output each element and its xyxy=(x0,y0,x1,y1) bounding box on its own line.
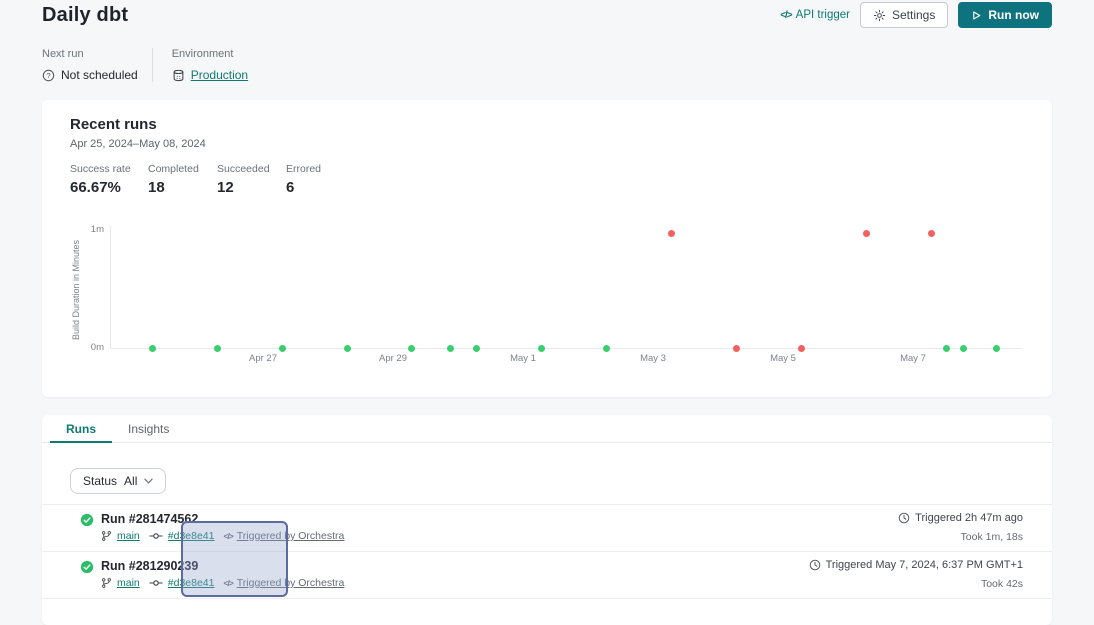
tab-insights[interactable]: Insights xyxy=(112,415,185,442)
run-data-point-success[interactable] xyxy=(993,345,1000,352)
run-now-label: Run now xyxy=(988,8,1039,22)
run-data-point-error[interactable] xyxy=(798,345,805,352)
next-run-group: Next run ? Not scheduled xyxy=(42,48,138,82)
x-tick-label: May 7 xyxy=(890,353,936,364)
clock-icon xyxy=(898,512,910,524)
y-tick-label: 0m xyxy=(76,342,104,353)
vertical-divider xyxy=(152,48,153,82)
x-axis-line xyxy=(110,348,1022,349)
database-icon xyxy=(172,69,185,82)
run-row: Run #281290239 main #d3e8e41 </> xyxy=(42,552,1052,599)
run-data-point-success[interactable] xyxy=(943,345,950,352)
page-title: Daily dbt xyxy=(42,4,128,27)
svg-text:?: ? xyxy=(46,71,50,80)
job-detail-page: Daily dbt </> API trigger Settings xyxy=(0,0,1094,601)
run-data-point-success[interactable] xyxy=(214,345,221,352)
build-duration-chart: Build Duration in Minutes 1m 0m Apr 27 Apr … xyxy=(42,100,1052,397)
run-data-point-error[interactable] xyxy=(928,230,935,237)
success-check-icon xyxy=(80,560,94,598)
api-trigger-link[interactable]: </> API trigger xyxy=(780,9,850,21)
next-run-value: Not scheduled xyxy=(61,68,138,82)
triggered-time: Triggered May 7, 2024, 6:37 PM GMT+1 xyxy=(826,559,1023,571)
commit-icon xyxy=(149,531,163,541)
x-tick-label: Apr 29 xyxy=(370,353,416,364)
x-tick-label: May 1 xyxy=(500,353,546,364)
run-title[interactable]: Run #281290239 xyxy=(101,559,344,573)
code-icon: </> xyxy=(223,578,232,588)
next-run-label: Next run xyxy=(42,48,138,60)
clock-icon xyxy=(809,559,821,571)
status-filter-label: Status xyxy=(83,474,117,488)
code-icon: </> xyxy=(780,10,791,21)
run-duration: Took 42s xyxy=(809,578,1023,590)
y-axis-label: Build Duration in Minutes xyxy=(71,240,81,340)
runs-card: Runs Insights Status All xyxy=(42,415,1052,625)
status-filter-dropdown[interactable]: Status All xyxy=(70,468,166,494)
page-header: Daily dbt </> API trigger Settings xyxy=(42,2,1052,28)
y-axis-line xyxy=(110,226,111,349)
chevron-down-icon xyxy=(144,478,153,484)
run-list: Run #281474562 main #d3e8e41 </> xyxy=(42,504,1052,599)
environment-label: Environment xyxy=(172,48,248,60)
run-data-point-success[interactable] xyxy=(447,345,454,352)
tab-runs[interactable]: Runs xyxy=(50,415,112,442)
run-data-point-success[interactable] xyxy=(279,345,286,352)
run-row: Run #281474562 main #d3e8e41 </> xyxy=(42,505,1052,552)
run-title[interactable]: Run #281474562 xyxy=(101,512,344,526)
run-data-point-error[interactable] xyxy=(863,230,870,237)
x-tick-label: May 3 xyxy=(630,353,676,364)
run-data-point-error[interactable] xyxy=(668,230,675,237)
run-data-point-error[interactable] xyxy=(733,345,740,352)
filter-row: Status All xyxy=(42,443,1052,504)
run-now-button[interactable]: Run now xyxy=(958,2,1052,28)
question-circle-icon: ? xyxy=(42,69,55,82)
commit-link[interactable]: #d3e8e41 xyxy=(168,577,215,589)
environment-link[interactable]: Production xyxy=(191,68,248,82)
git-branch-icon xyxy=(101,530,112,542)
run-duration: Took 1m, 18s xyxy=(898,531,1023,543)
trigger-source-link[interactable]: Triggered by Orchestra xyxy=(237,530,345,542)
code-icon: </> xyxy=(223,531,232,541)
y-tick-label: 1m xyxy=(76,224,104,235)
run-data-point-success[interactable] xyxy=(149,345,156,352)
run-data-point-success[interactable] xyxy=(344,345,351,352)
environment-group: Environment Production xyxy=(172,48,248,82)
run-data-point-success[interactable] xyxy=(603,345,610,352)
settings-label: Settings xyxy=(892,8,935,22)
gear-icon xyxy=(873,9,886,22)
run-data-point-success[interactable] xyxy=(408,345,415,352)
header-actions: </> API trigger Settings Run now xyxy=(780,2,1052,28)
success-check-icon xyxy=(80,513,94,551)
run-data-point-success[interactable] xyxy=(538,345,545,352)
commit-link[interactable]: #d3e8e41 xyxy=(168,530,215,542)
job-summary-row: Next run ? Not scheduled Environment xyxy=(42,48,248,82)
git-branch-icon xyxy=(101,577,112,589)
branch-link[interactable]: main xyxy=(117,577,140,589)
branch-link[interactable]: main xyxy=(117,530,140,542)
settings-button[interactable]: Settings xyxy=(860,2,948,28)
tab-bar: Runs Insights xyxy=(42,415,1052,443)
commit-icon xyxy=(149,578,163,588)
status-filter-value: All xyxy=(124,474,137,488)
api-trigger-label: API trigger xyxy=(796,9,850,21)
run-data-point-success[interactable] xyxy=(960,345,967,352)
x-tick-label: May 5 xyxy=(760,353,806,364)
run-data-point-success[interactable] xyxy=(473,345,480,352)
play-icon xyxy=(971,10,982,21)
trigger-source-link[interactable]: Triggered by Orchestra xyxy=(237,577,345,589)
x-tick-label: Apr 27 xyxy=(240,353,286,364)
recent-runs-card: Recent runs Apr 25, 2024–May 08, 2024 Su… xyxy=(42,100,1052,397)
triggered-time: Triggered 2h 47m ago xyxy=(915,512,1023,524)
